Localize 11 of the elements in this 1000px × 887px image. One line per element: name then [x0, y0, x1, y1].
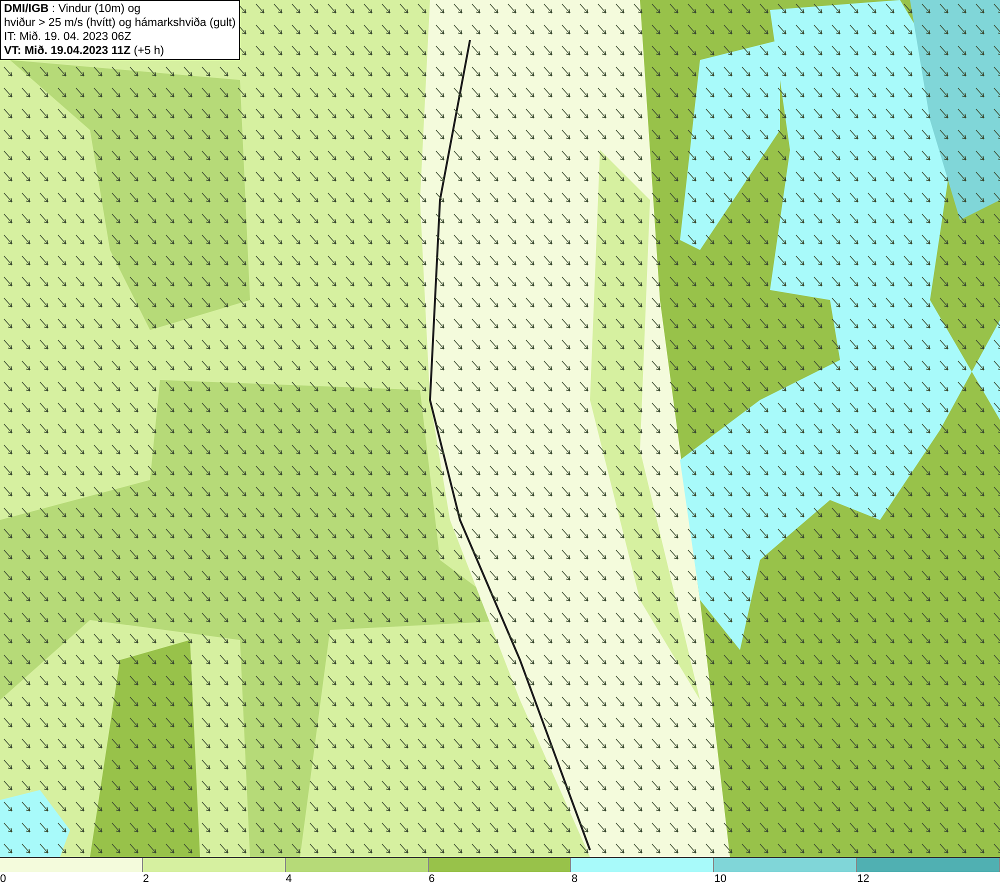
legend-label: 12 [857, 872, 870, 886]
map-info-line: VT: Mið. 19.04.2023 11Z (+5 h) [4, 44, 166, 58]
map-info-line: IT: Mið. 19. 04. 2023 06Z [4, 30, 132, 44]
legend-label: 6 [428, 872, 435, 886]
map-info-line: DMI/IGB : Vindur (10m) og [4, 2, 142, 16]
legend-label: 8 [571, 872, 578, 886]
legend-label: 10 [714, 872, 727, 886]
legend-label: 0 [0, 872, 6, 886]
legend-label: 2 [142, 872, 149, 886]
legend-label: 4 [286, 872, 292, 886]
map-info-line: hviður > 25 m/s (hvítt) og hámarkshviða (gult) [4, 16, 236, 30]
